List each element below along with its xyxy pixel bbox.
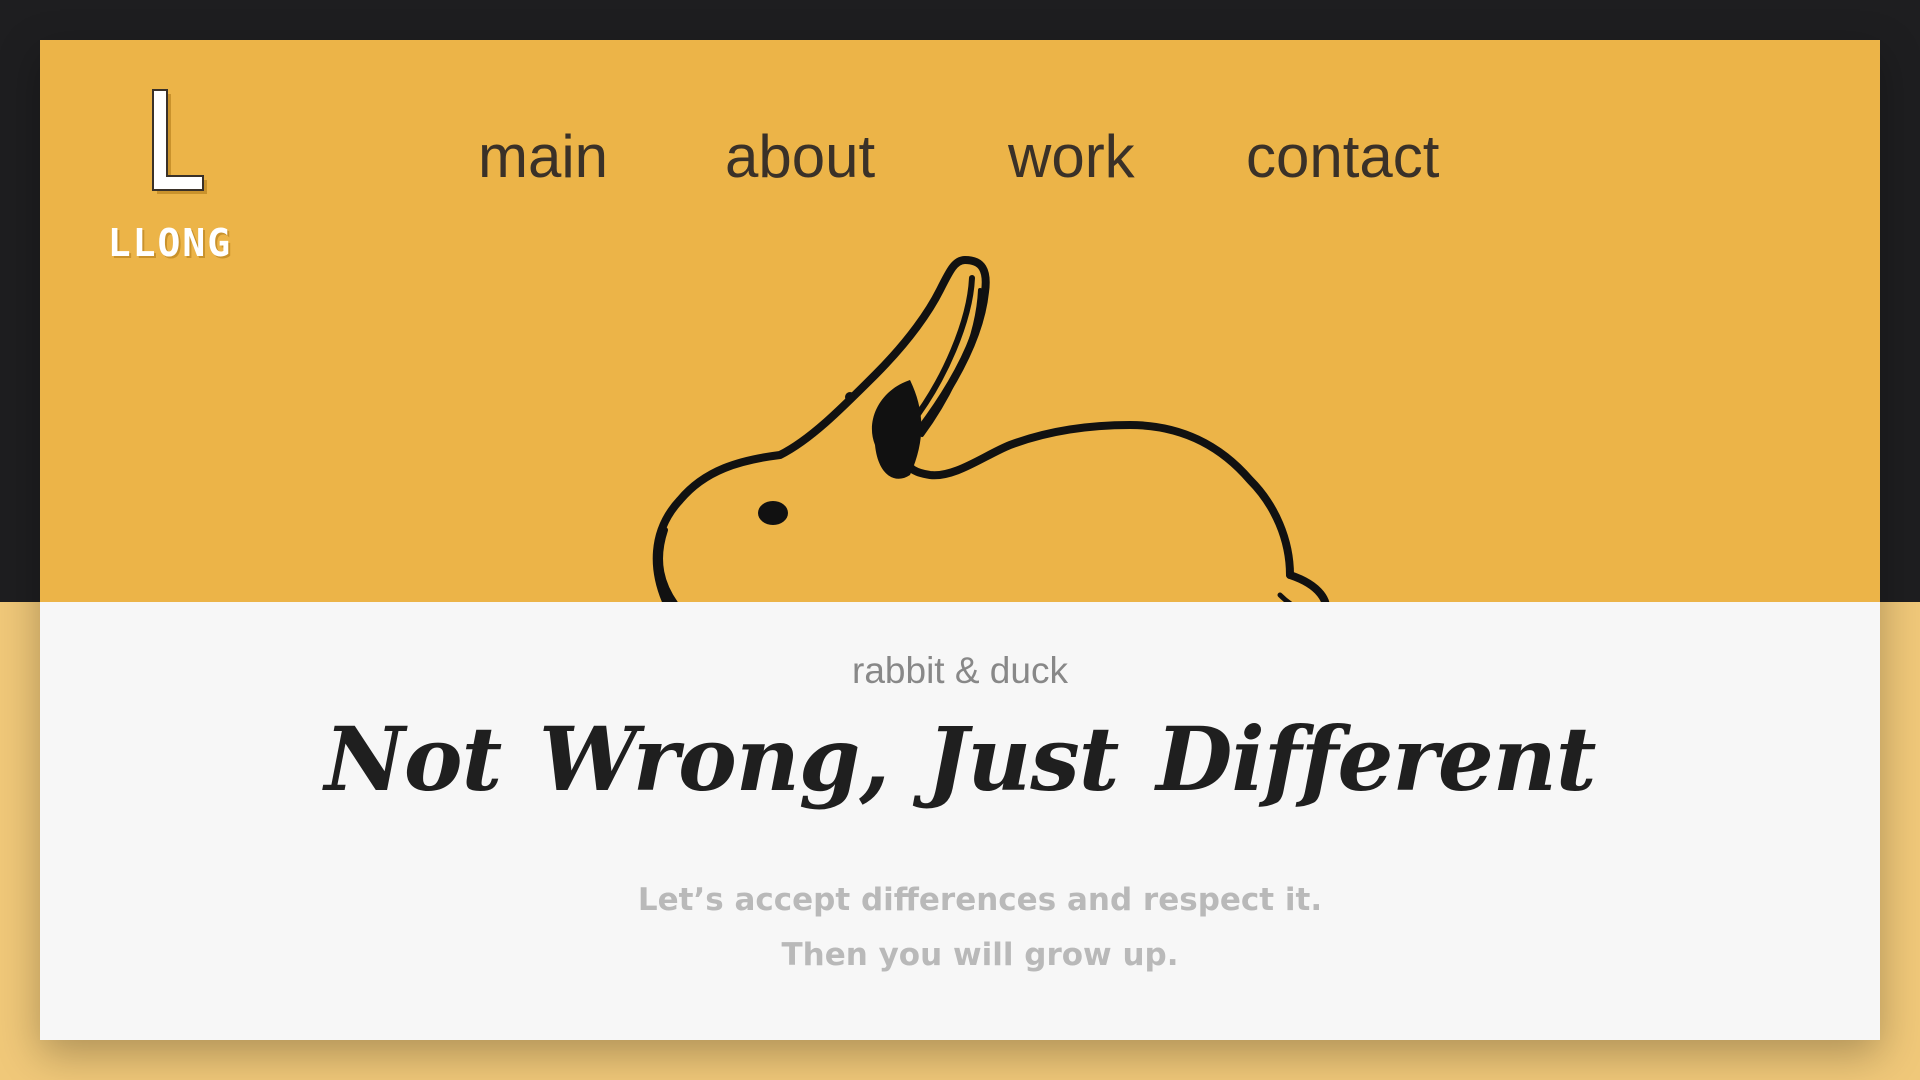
rabbit-duck-illustration (652, 256, 1330, 602)
main-nav: main about work contact (40, 40, 1880, 220)
eyebrow-text: rabbit & duck (852, 650, 1068, 691)
headline: Not Wrong, Just Different (324, 707, 1596, 811)
subtext-line-1: Let’s accept differences and respect it. (637, 882, 1323, 918)
nav-work-link[interactable]: work (1008, 112, 1135, 202)
page-card: LLONG main about work contact rabbit & d… (40, 40, 1880, 1040)
nav-contact-link[interactable]: contact (1246, 112, 1439, 202)
logo-text: LLONG (107, 221, 233, 265)
hero-section: LLONG main about work contact (40, 40, 1880, 602)
nav-about-link[interactable]: about (725, 112, 875, 202)
subtext-line-2: Then you will grow up. (781, 937, 1179, 973)
nav-main-link[interactable]: main (478, 112, 608, 202)
tagline-section: rabbit & duck Not Wrong, Just Different … (40, 602, 1880, 1040)
